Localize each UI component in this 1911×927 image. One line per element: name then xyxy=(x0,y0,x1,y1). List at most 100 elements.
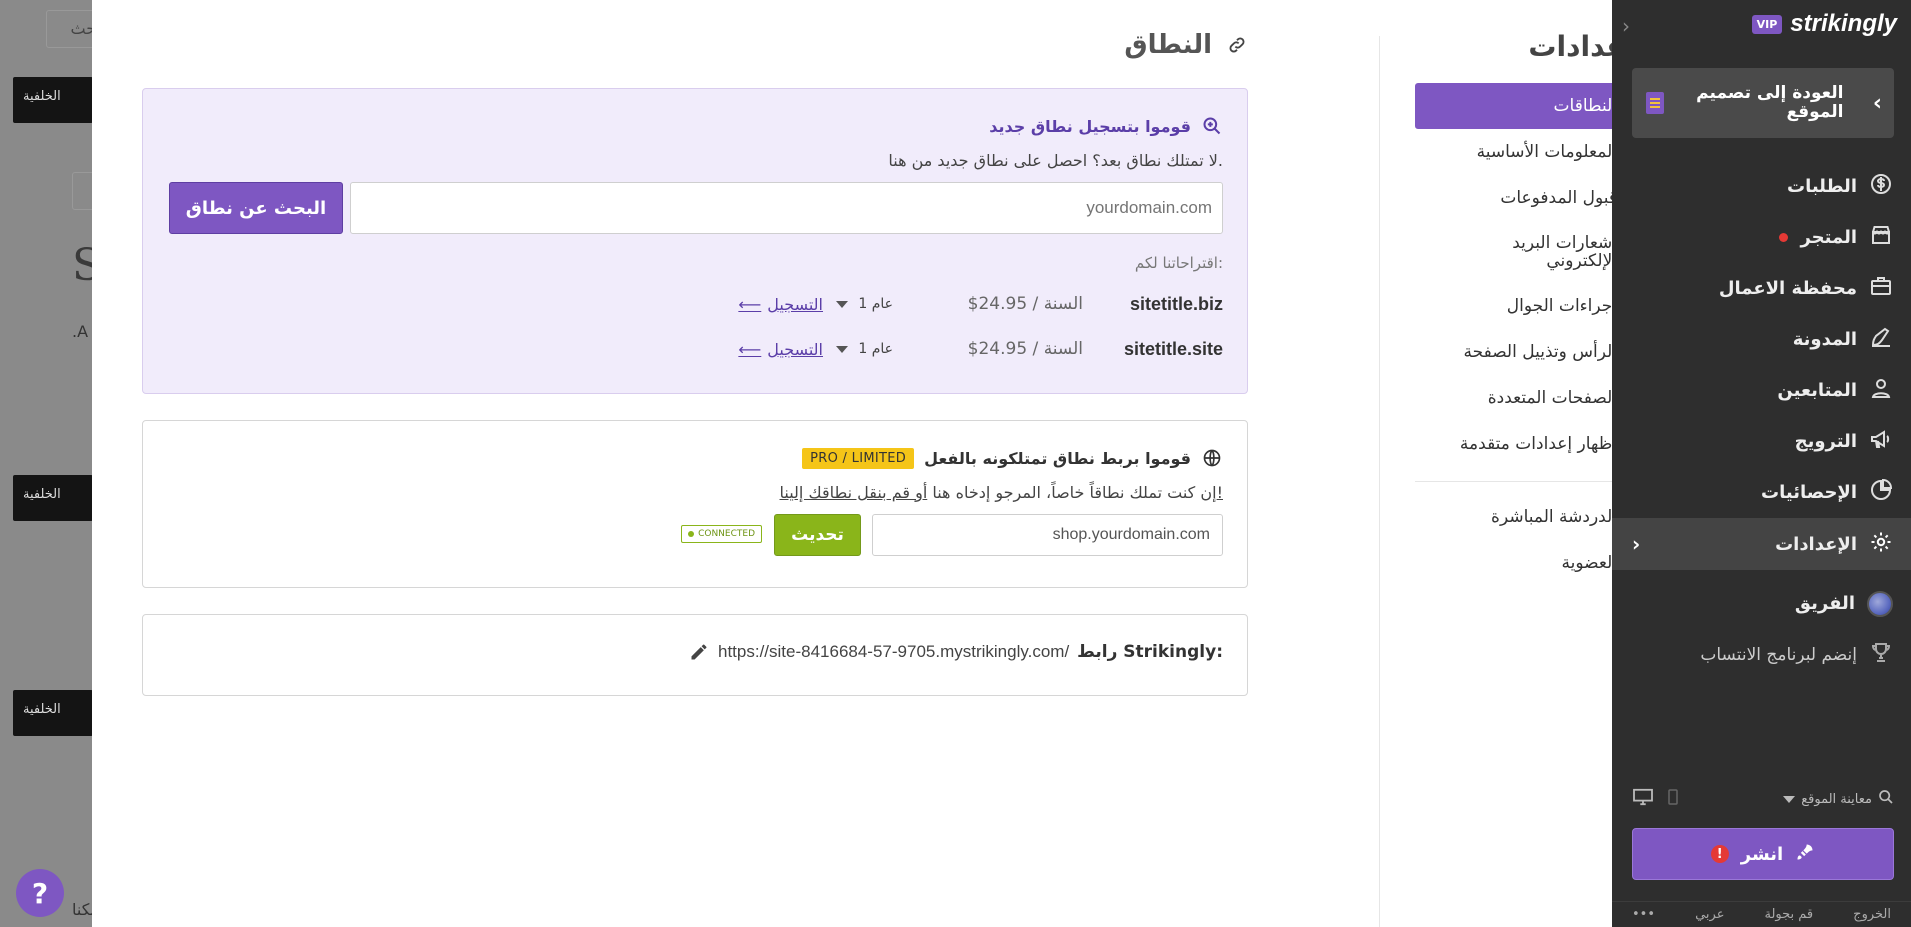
team-avatar xyxy=(1867,590,1893,617)
bg-button-2-label: الخلفية xyxy=(23,487,61,502)
strikingly-url-label: رابط Strikingly: xyxy=(1077,642,1223,662)
modal-divider xyxy=(1379,36,1380,927)
notification-dot xyxy=(1779,233,1789,242)
register-link-label: التسجيل xyxy=(767,339,823,359)
nav-item-label: اشعارات البريد الإلكتروني xyxy=(1512,233,1617,271)
sidebar-item-label: الإعدادات xyxy=(1775,533,1857,555)
back-to-design-button[interactable]: العودة إلى تصميم الموقع ‹ xyxy=(1632,68,1894,138)
strikingly-url-row: https://site-8416684-57-9705.mystrikingl… xyxy=(688,641,1223,663)
update-button[interactable]: تحديث xyxy=(774,514,861,556)
device-toggles xyxy=(1632,788,1678,810)
link-icon xyxy=(1226,34,1248,56)
collapse-sidebar-icon[interactable]: › xyxy=(1622,14,1630,38)
nav-item-label: الرأس وتذييل الصفحة xyxy=(1463,342,1618,362)
custom-domain-input[interactable] xyxy=(872,514,1223,556)
publish-label: انشر xyxy=(1740,843,1784,865)
search-icon xyxy=(1878,789,1894,809)
register-link-label: التسجيل xyxy=(767,294,823,314)
trophy-icon xyxy=(1869,640,1893,669)
caret-down-icon xyxy=(836,300,849,308)
domain-title-text: النطاق xyxy=(1124,30,1212,60)
settings-modal: النطاق قوموا بتسجيل نطاق جديد لا تمتلك ن… xyxy=(92,0,1667,927)
years-value: 1 عام xyxy=(858,341,893,357)
tour-link[interactable]: قم بجولة xyxy=(1764,907,1813,922)
desktop-icon[interactable] xyxy=(1632,788,1654,810)
more-options-icon[interactable]: ••• xyxy=(1632,907,1655,922)
sidebar-item-blog[interactable]: المدونة xyxy=(1612,314,1911,365)
sidebar-item-team[interactable]: الفريق xyxy=(1612,578,1911,629)
connect-domain-card: PRO / LIMITED قوموا بربط نطاق تمتلكونه ب… xyxy=(142,420,1248,588)
sidebar-item-label: المتابعين xyxy=(1777,380,1857,401)
sidebar-item-label: الفريق xyxy=(1794,593,1855,614)
preview-row: معاينة الموقع xyxy=(1632,788,1894,810)
register-heading-text: قوموا بتسجيل نطاق جديد xyxy=(989,116,1191,136)
nav-item-label: النطاقات xyxy=(1553,96,1617,116)
domain-search-input[interactable] xyxy=(350,182,1223,234)
register-link[interactable]: ⟵ التسجيل xyxy=(733,340,823,359)
connect-subtitle-text: إن كنت تملك نطاقاً خاصاً، المرجو إدخاه ه… xyxy=(927,483,1217,502)
sidebar-item-analytics[interactable]: الإحصائيات xyxy=(1612,467,1911,518)
brand-logo: strikingly xyxy=(1790,10,1897,37)
connect-heading-text: قوموا بربط نطاق تمتلكونه بالفعل xyxy=(924,448,1191,468)
sidebar-item-affiliate[interactable]: إنضم لبرنامج الانتساب xyxy=(1612,629,1911,680)
mobile-preview-icon[interactable] xyxy=(1668,789,1678,809)
years-value: 1 عام xyxy=(858,296,893,312)
sidebar-item-portfolio[interactable]: محفظة الاعمال xyxy=(1612,263,1911,314)
chevron-left-icon: ‹ xyxy=(1872,90,1882,116)
suggestion-row: ⟵ التسجيل 1 عام $24.95 / السنة sitetitle.… xyxy=(323,289,1223,319)
suggestion-domain: sitetitle.site xyxy=(1123,338,1223,359)
chevron-right-icon: › xyxy=(1632,532,1641,556)
suggestions-label: اقتراحاتنا لكم: xyxy=(1134,254,1223,272)
pencil-icon[interactable] xyxy=(688,641,710,663)
sidebar-item-label: الإحصائيات xyxy=(1761,482,1857,503)
nav-item-label: إجراءات الجوال xyxy=(1506,296,1617,316)
sidebar-item-label: إنضم لبرنامج الانتساب xyxy=(1700,644,1857,665)
sidebar-item-followers[interactable]: المتابعين xyxy=(1612,365,1911,416)
connect-subtitle: إن كنت تملك نطاقاً خاصاً، المرجو إدخاه ه… xyxy=(780,483,1223,502)
dollar-icon xyxy=(1869,172,1893,201)
document-icon xyxy=(1646,92,1664,114)
register-link[interactable]: ⟵ التسجيل xyxy=(733,295,823,314)
suggestion-price: $24.95 / السنة xyxy=(967,294,1083,314)
help-label: ? xyxy=(31,876,49,910)
sidebar-item-label: الطلبات xyxy=(1786,176,1857,197)
globe-icon xyxy=(1201,447,1223,469)
years-select[interactable]: 1 عام xyxy=(823,341,913,357)
sidebar-item-label: المدونة xyxy=(1792,329,1857,350)
publish-button[interactable]: ! انشر xyxy=(1632,828,1894,880)
strikingly-url-card: https://site-8416684-57-9705.mystrikingl… xyxy=(142,614,1248,696)
help-button[interactable]: ? xyxy=(16,869,64,917)
sidebar-item-orders[interactable]: الطلبات xyxy=(1612,161,1911,212)
user-icon xyxy=(1869,376,1893,405)
status-dot xyxy=(688,531,695,537)
connect-heading: PRO / LIMITED قوموا بربط نطاق تمتلكونه ب… xyxy=(802,447,1223,469)
bg-body-text: .A xyxy=(72,322,89,341)
bg-button-3: الخلفية xyxy=(13,690,93,736)
preview-site-button[interactable]: معاينة الموقع xyxy=(1783,789,1894,809)
logout-link[interactable]: الخروج xyxy=(1853,907,1891,922)
warning-icon: ! xyxy=(1710,845,1729,863)
register-heading: قوموا بتسجيل نطاق جديد xyxy=(989,115,1223,137)
search-plus-icon xyxy=(1201,115,1223,137)
sidebar-item-settings[interactable]: › الإعدادات xyxy=(1612,518,1911,570)
years-select[interactable]: 1 عام xyxy=(823,296,913,312)
arrow-left-icon: ⟵ xyxy=(738,339,762,359)
register-domain-card: قوموا بتسجيل نطاق جديد لا تمتلك نطاق بعد… xyxy=(142,88,1248,394)
gear-icon xyxy=(1869,530,1893,559)
vip-badge: VIP xyxy=(1751,14,1783,34)
update-button-label: تحديث xyxy=(791,525,844,545)
nav-item-label: المعلومات الأساسية xyxy=(1476,142,1617,162)
caret-down-icon xyxy=(836,345,849,353)
domain-section-title: النطاق xyxy=(1124,30,1248,60)
nav-item-label: إظهار إعدادات متقدمة xyxy=(1459,434,1617,454)
search-domain-button[interactable]: البحث عن نطاق xyxy=(169,182,343,234)
sidebar-item-promotion[interactable]: الترويج xyxy=(1612,416,1911,467)
brand: VIP strikingly xyxy=(1751,10,1897,38)
footer-links: الخروج قم بجولة عربي ••• xyxy=(1612,901,1911,927)
megaphone-icon xyxy=(1869,427,1893,456)
connected-status-badge: CONNECTED xyxy=(681,525,762,543)
briefcase-icon xyxy=(1869,274,1893,303)
sidebar-item-store[interactable]: المتجر xyxy=(1612,212,1911,263)
nav-item-label: العضوية xyxy=(1561,553,1617,573)
language-link[interactable]: عربي xyxy=(1695,907,1724,922)
